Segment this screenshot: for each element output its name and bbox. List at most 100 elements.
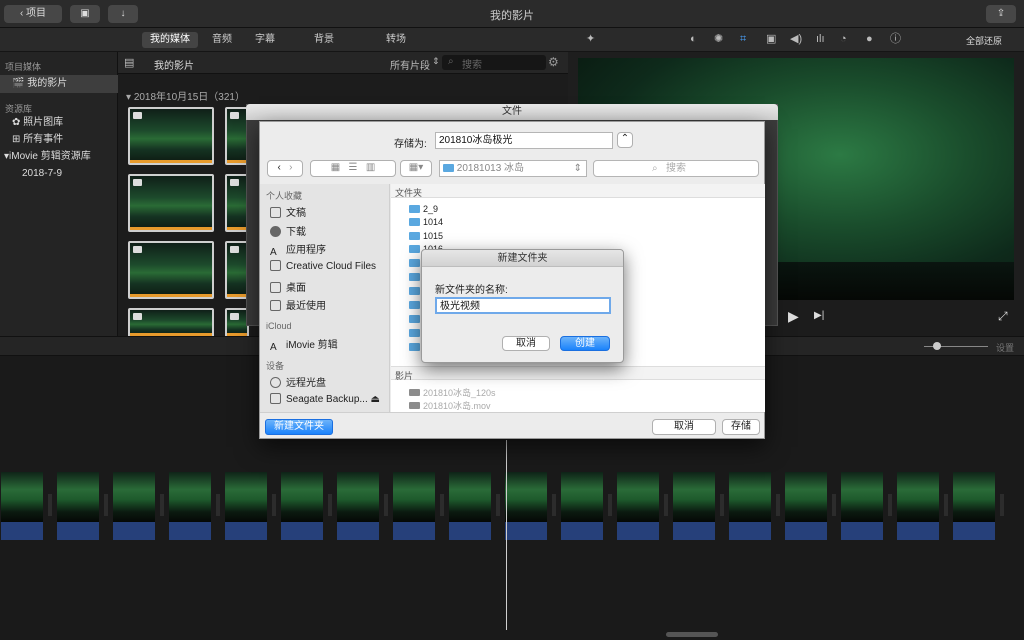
media-thumbnail[interactable]	[128, 241, 214, 299]
transition-gap[interactable]	[664, 494, 668, 516]
timeline-clip[interactable]	[1, 472, 52, 540]
tab-transitions[interactable]: 转场	[378, 32, 414, 48]
media-thumbnail[interactable]	[128, 107, 214, 165]
reset-all-button[interactable]: 全部还原	[966, 34, 1002, 47]
timeline-clip[interactable]	[617, 472, 668, 540]
transition-gap[interactable]	[720, 494, 724, 516]
sidebar-item-documents[interactable]: 文稿	[270, 204, 306, 219]
timeline-clip[interactable]	[225, 472, 276, 540]
horizontal-scrollbar[interactable]	[666, 632, 718, 637]
info-icon[interactable]: ⓘ	[890, 33, 901, 45]
stabilization-icon[interactable]: ▣	[766, 33, 776, 45]
transition-gap[interactable]	[832, 494, 836, 516]
timeline-clip[interactable]	[729, 472, 780, 540]
transition-gap[interactable]	[888, 494, 892, 516]
timeline-clip[interactable]	[169, 472, 220, 540]
timeline-clip[interactable]	[561, 472, 612, 540]
fullscreen-icon[interactable]: ⤢	[998, 309, 1008, 324]
create-button[interactable]: 创建	[560, 336, 610, 351]
dialog-search-input[interactable]: ⌕ 搜索	[593, 160, 759, 177]
timeline-clip[interactable]	[113, 472, 164, 540]
transition-gap[interactable]	[328, 494, 332, 516]
sidebar-item-photos[interactable]: ✿ 照片图库	[0, 114, 118, 132]
list-item[interactable]: 1015	[409, 231, 443, 241]
timeline-clip[interactable]	[673, 472, 724, 540]
timeline-clip[interactable]	[841, 472, 892, 540]
sidebar-item-applications[interactable]: A 应用程序	[270, 241, 326, 258]
timeline-clip[interactable]	[785, 472, 836, 540]
sidebar-item-downloads[interactable]: 下载	[270, 223, 306, 238]
sidebar-item-imovie-library[interactable]: ▾iMovie 剪辑资源库	[0, 148, 118, 166]
media-thumbnail[interactable]	[128, 308, 214, 338]
back-forward-control[interactable]: ‹ ›	[267, 160, 303, 177]
filter-icon[interactable]: ●	[866, 33, 873, 45]
sidebar-item-my-movie[interactable]: 🎬 我的影片	[0, 75, 118, 93]
transition-gap[interactable]	[272, 494, 276, 516]
transition-gap[interactable]	[944, 494, 948, 516]
transition-gap[interactable]	[440, 494, 444, 516]
tab-backgrounds[interactable]: 背景	[306, 32, 342, 48]
color-balance-icon[interactable]: ◐	[690, 33, 697, 45]
list-item[interactable]: 2_9	[409, 204, 438, 214]
volume-icon[interactable]: ◀)	[790, 33, 802, 45]
timeline-clip[interactable]	[281, 472, 332, 540]
sidebar-item-seagate[interactable]: Seagate Backup... ⏏	[270, 393, 380, 405]
save-as-input[interactable]: 201810冰岛极光	[435, 132, 613, 149]
media-thumbnail[interactable]	[128, 174, 214, 232]
timeline-clip[interactable]	[505, 472, 556, 540]
sidebar-item-remote-disc[interactable]: 远程光盘	[270, 374, 326, 389]
timeline-clip[interactable]	[337, 472, 388, 540]
sidebar-item-all-events[interactable]: ⊞ 所有事件	[0, 131, 118, 149]
timeline-clip[interactable]	[393, 472, 444, 540]
transition-gap[interactable]	[776, 494, 780, 516]
eject-icon[interactable]: ⏏	[371, 394, 380, 405]
magic-wand-icon[interactable]: ✦	[586, 33, 595, 45]
cancel-button[interactable]: 取消	[502, 336, 550, 351]
timeline-clip[interactable]	[449, 472, 500, 540]
transition-gap[interactable]	[48, 494, 52, 516]
timeline-clip[interactable]	[57, 472, 108, 540]
sidebar-item-imovie-clips[interactable]: AiMovie 剪辑	[270, 336, 338, 353]
clip-filter-select[interactable]: 所有片段	[390, 57, 430, 72]
view-mode-segmented[interactable]: ▦ ☰ ▥	[310, 160, 396, 177]
collapse-button[interactable]: ⌃	[617, 132, 633, 148]
sidebar-item-desktop[interactable]: 桌面	[270, 279, 306, 294]
transition-gap[interactable]	[552, 494, 556, 516]
zoom-slider-thumb[interactable]	[933, 342, 941, 350]
save-button[interactable]: 存储	[722, 419, 760, 435]
date-group-header[interactable]: ▾ 2018年10月15日（321）	[126, 88, 245, 103]
sidebar-item-event-date[interactable]: 2018-7-9	[0, 165, 118, 183]
transition-gap[interactable]	[1000, 494, 1004, 516]
tab-audio[interactable]: 音频	[204, 32, 240, 48]
transition-gap[interactable]	[496, 494, 500, 516]
sidebar-toggle-icon[interactable]: ▤	[124, 56, 134, 69]
new-folder-button[interactable]: 新建文件夹	[265, 419, 333, 435]
sidebar-item-creative-cloud[interactable]: Creative Cloud Files	[270, 260, 376, 272]
playhead[interactable]	[506, 440, 507, 630]
play-icon[interactable]: ▶	[788, 308, 799, 325]
tab-titles[interactable]: 字幕	[247, 32, 283, 48]
timeline-clip[interactable]	[953, 472, 1004, 540]
transition-gap[interactable]	[384, 494, 388, 516]
transition-gap[interactable]	[216, 494, 220, 516]
tab-my-media[interactable]: 我的媒体	[142, 32, 198, 48]
gear-icon[interactable]: ⚙	[548, 55, 559, 69]
equalizer-icon[interactable]: ılı	[816, 33, 825, 45]
sidebar-item-recents[interactable]: 最近使用	[270, 297, 326, 312]
timeline-settings-button[interactable]: 设置	[996, 341, 1014, 354]
color-palette-icon[interactable]: ✺	[714, 33, 723, 45]
transition-gap[interactable]	[608, 494, 612, 516]
transition-gap[interactable]	[160, 494, 164, 516]
share-button[interactable]: ⇪	[986, 5, 1016, 23]
speed-icon[interactable]: ◔	[840, 33, 847, 45]
transition-gap[interactable]	[104, 494, 108, 516]
crop-icon[interactable]: ⌗	[740, 33, 746, 45]
browser-search-input[interactable]: ⌕ 搜索	[442, 55, 546, 71]
folder-name-input[interactable]: 极光视频	[435, 297, 611, 314]
location-popup[interactable]: 20181013 冰岛 ⇕	[439, 160, 587, 177]
cancel-button[interactable]: 取消	[652, 419, 716, 435]
timeline-clip[interactable]	[897, 472, 948, 540]
list-item[interactable]: 1014	[409, 217, 443, 227]
group-view-button[interactable]: ▦▾	[400, 160, 432, 177]
skip-forward-icon[interactable]: ▶|	[814, 310, 824, 321]
